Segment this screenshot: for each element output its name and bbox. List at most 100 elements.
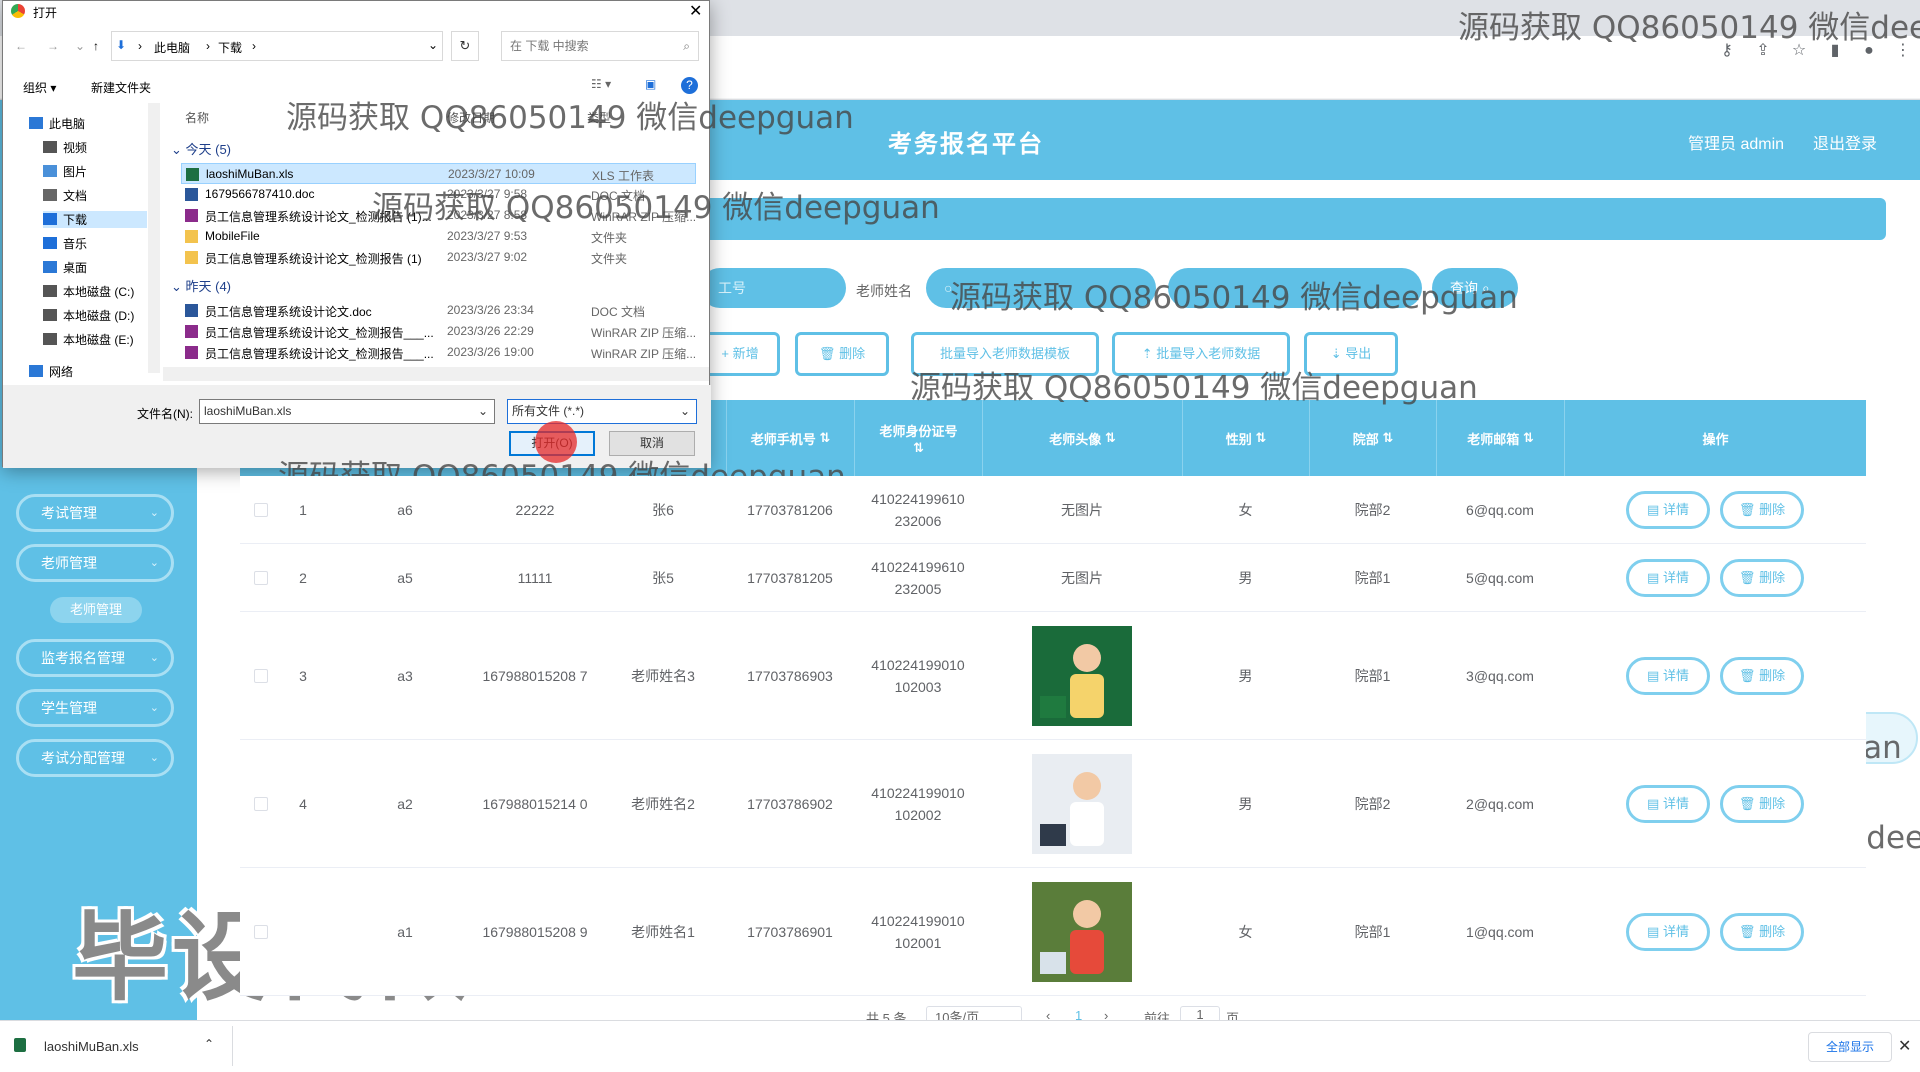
row-checkbox[interactable]: [254, 797, 268, 811]
tree-item[interactable]: 下载: [43, 211, 147, 228]
address-path[interactable]: ⬇ › 此电脑 › 下载 › ⌄: [111, 31, 443, 61]
th-dept[interactable]: 院部 ⇅: [1309, 400, 1436, 476]
tree-item-label: 此电脑: [49, 117, 86, 131]
cell-index: 4: [299, 796, 307, 812]
sidebar-item-assign[interactable]: 考试分配管理 ⌄: [16, 739, 174, 777]
search-input[interactable]: 在 下载 中搜索 ⌕: [501, 31, 699, 61]
row-delete-button[interactable]: 🗑 删除: [1720, 785, 1804, 823]
detail-button[interactable]: ▤ 详情: [1626, 491, 1710, 529]
th-idcard[interactable]: 老师身份证号 ⇅: [854, 400, 982, 476]
detail-button[interactable]: ▤ 详情: [1626, 785, 1710, 823]
th-email[interactable]: 老师邮箱 ⇅: [1436, 400, 1564, 476]
organize-button[interactable]: 组织 ▾: [23, 79, 56, 96]
row-checkbox[interactable]: [254, 669, 268, 683]
file-row[interactable]: 员工信息管理系统设计论文_检测报告___... 2023/3/26 22:29 Wi…: [181, 321, 696, 342]
tree-item[interactable]: 视频: [43, 139, 87, 156]
download-file-name[interactable]: laoshiMuBan.xls: [44, 1039, 139, 1054]
delete-button[interactable]: 🗑 删除: [795, 332, 889, 376]
cell-password: 22222: [515, 502, 555, 518]
file-name: laoshiMuBan.xls: [206, 167, 294, 181]
detail-button[interactable]: ▤ 详情: [1626, 559, 1710, 597]
horizontal-scrollbar[interactable]: [163, 367, 709, 381]
chevron-down-icon: ⌄: [149, 557, 159, 569]
file-row[interactable]: 员工信息管理系统设计论文.doc 2023/3/26 23:34 DOC 文档: [181, 300, 696, 321]
preview-pane-icon[interactable]: ▣: [645, 77, 656, 91]
tree-item[interactable]: 本地磁盘 (C:): [43, 283, 134, 300]
group-today[interactable]: ⌄ 今天 (5): [171, 139, 231, 158]
cell-index: 2: [299, 570, 307, 586]
add-button[interactable]: + 新增: [700, 332, 780, 376]
detail-button[interactable]: ▤ 详情: [1626, 657, 1710, 695]
th-gender[interactable]: 性别 ⇅: [1182, 400, 1309, 476]
tree-item[interactable]: 图片: [43, 163, 87, 180]
back-icon[interactable]: ←: [15, 39, 27, 53]
picture-icon: [43, 165, 57, 177]
cell-gender: 男: [1238, 570, 1253, 586]
cell-phone: 17703786902: [747, 796, 833, 812]
path-separator-icon: ›: [138, 39, 142, 53]
row-delete-button[interactable]: 🗑 删除: [1720, 913, 1804, 951]
file-row[interactable]: 员工信息管理系统设计论文_检测报告___... 2023/3/26 19:00 Wi…: [181, 342, 696, 363]
tree-item[interactable]: 音乐: [43, 235, 87, 252]
row-checkbox[interactable]: [254, 925, 268, 939]
cell-password: 167988015208 9: [482, 924, 588, 940]
chevron-down-icon[interactable]: ⌄: [428, 38, 438, 52]
forward-icon[interactable]: →: [47, 39, 59, 53]
file-date: 2023/3/27 9:02: [447, 250, 528, 264]
logout-link[interactable]: 退出登录: [1813, 130, 1877, 154]
path-segment[interactable]: 下载: [218, 39, 242, 56]
sidebar-subitem-teacher[interactable]: 老师管理: [50, 597, 142, 623]
row-checkbox[interactable]: [254, 571, 268, 585]
cell-idcard: 410224199010 102003: [871, 657, 965, 695]
view-icon[interactable]: ☷ ▾: [591, 77, 611, 91]
group-yesterday[interactable]: ⌄ 昨天 (4): [171, 276, 231, 295]
new-folder-button[interactable]: 新建文件夹: [91, 79, 151, 96]
sidebar-item-invigilation[interactable]: 监考报名管理 ⌄: [16, 639, 174, 677]
doc-file-icon: [185, 188, 198, 201]
file-row[interactable]: laoshiMuBan.xls 2023/3/27 10:09 XLS 工作表: [181, 163, 696, 184]
tree-item[interactable]: 此电脑: [29, 115, 85, 132]
path-segment[interactable]: 此电脑: [154, 39, 190, 56]
row-delete-button[interactable]: 🗑 删除: [1720, 559, 1804, 597]
filetype-value: 所有文件 (*.*): [512, 404, 585, 418]
detail-label: 详情: [1662, 668, 1689, 683]
cell-index: [288, 868, 318, 996]
detail-button[interactable]: ▤ 详情: [1626, 913, 1710, 951]
chevron-down-icon[interactable]: ⌄: [75, 39, 85, 53]
delete-label: 删除: [1759, 502, 1786, 517]
file-row[interactable]: MobileFile 2023/3/27 9:53 文件夹: [181, 226, 696, 247]
cell-gonghao: a6: [397, 502, 413, 518]
row-checkbox[interactable]: [254, 503, 268, 517]
tree-item[interactable]: 网络: [29, 363, 73, 380]
row-delete-button[interactable]: 🗑 删除: [1720, 657, 1804, 695]
sidebar-item-teacher[interactable]: 老师管理 ⌄: [16, 544, 174, 582]
sidebar-item-exam[interactable]: 考试管理 ⌄: [16, 494, 174, 532]
tree-item[interactable]: 桌面: [43, 259, 87, 276]
up-icon[interactable]: ↑: [93, 39, 99, 53]
download-icon: ⬇: [116, 38, 127, 52]
tree-item-label: 视频: [63, 141, 88, 155]
search-placeholder: 在 下载 中搜索: [510, 39, 589, 53]
tree-item[interactable]: 本地磁盘 (E:): [43, 331, 134, 348]
filename-input[interactable]: laoshiMuBan.xls ⌄: [199, 399, 495, 424]
tree-scrollbar[interactable]: [148, 103, 160, 373]
chevron-up-icon[interactable]: ⌃: [204, 1037, 214, 1051]
col-name[interactable]: 名称: [185, 109, 209, 126]
cell-name: 老师姓名3: [631, 668, 695, 684]
tree-item[interactable]: 文档: [43, 187, 87, 204]
tree-item[interactable]: 本地磁盘 (D:): [43, 307, 134, 324]
cell-email: 2@qq.com: [1466, 796, 1534, 812]
refresh-icon[interactable]: ↻: [451, 31, 479, 61]
th-avatar[interactable]: 老师头像 ⇅: [982, 400, 1182, 476]
file-row[interactable]: 员工信息管理系统设计论文_检测报告 (1) 2023/3/27 9:02 文件夹: [181, 247, 696, 268]
file-name: 员工信息管理系统设计论文_检测报告 (1): [205, 252, 422, 266]
close-icon[interactable]: ✕: [689, 1, 702, 21]
show-all-button[interactable]: 全部显示: [1808, 1032, 1892, 1062]
row-delete-button[interactable]: 🗑 删除: [1720, 491, 1804, 529]
filetype-select[interactable]: 所有文件 (*.*) ⌄: [507, 399, 697, 424]
sidebar-item-student[interactable]: 学生管理 ⌄: [16, 689, 174, 727]
gonghao-search-input[interactable]: 工号: [700, 268, 846, 308]
document-icon: ▤: [1647, 502, 1660, 517]
watermark: 源码获取 QQ86050149 微信deepguan: [372, 190, 940, 226]
close-icon[interactable]: ✕: [1898, 1036, 1911, 1056]
